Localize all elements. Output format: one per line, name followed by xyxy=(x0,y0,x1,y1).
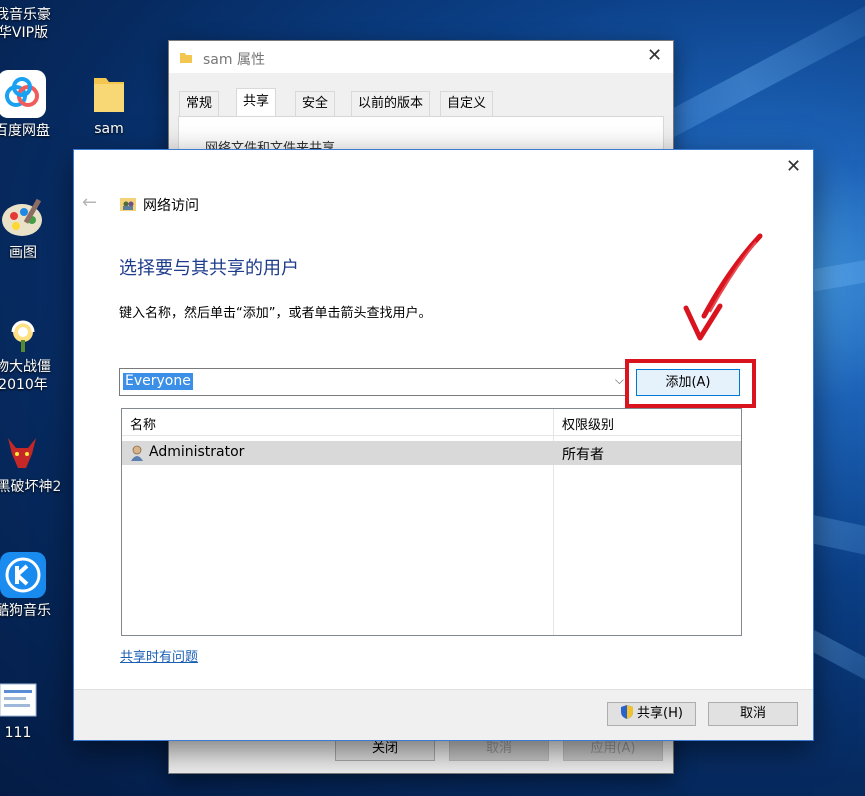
pvz-game-icon xyxy=(1,314,45,354)
desktop-icon-paint[interactable]: 画图 xyxy=(0,196,60,262)
desktop-icon-label: 酷狗音乐 xyxy=(0,603,51,619)
chevron-down-icon[interactable]: ⌵ xyxy=(615,373,624,388)
dialog-footer: 共享(H) 取消 xyxy=(74,689,813,740)
properties-title: sam 属性 xyxy=(203,52,265,68)
desktop-icon-label: 百度网盘 xyxy=(0,123,50,139)
desktop-icon-label: 111 xyxy=(4,725,32,741)
desktop-icon-label: 我音乐豪 华VIP版 xyxy=(0,7,51,41)
kugou-icon xyxy=(0,552,46,598)
add-button[interactable]: 添加(A) xyxy=(636,369,740,396)
column-header-permission[interactable]: 权限级别 xyxy=(562,414,614,433)
desktop-icon-diablo[interactable]: 暗黑破坏神2 xyxy=(0,432,64,496)
tab-sharing[interactable]: 共享 xyxy=(236,88,277,117)
diablo-icon xyxy=(2,432,42,474)
tab-previous-versions[interactable]: 以前的版本 xyxy=(351,91,431,116)
user-permission-list[interactable]: 名称 权限级别 Administrator 所有者 xyxy=(121,408,742,636)
share-button[interactable]: 共享(H) xyxy=(607,702,696,726)
table-row[interactable]: Administrator 所有者 xyxy=(122,441,741,465)
network-users-icon xyxy=(120,196,136,212)
folder-icon xyxy=(92,72,126,116)
desktop-icon-label: 物大战僵 2010年 xyxy=(0,359,51,393)
baidu-netdisk-icon xyxy=(0,70,46,118)
properties-close-icon[interactable]: ✕ xyxy=(647,45,662,66)
user-combobox[interactable]: Everyone ⌵ xyxy=(119,368,629,396)
breadcrumb: 网络访问 xyxy=(143,198,199,214)
desktop-icon-pvz[interactable]: 物大战僵 2010年 xyxy=(0,314,62,394)
list-header: 名称 权限级别 xyxy=(122,409,741,436)
column-header-name[interactable]: 名称 xyxy=(130,414,156,433)
desktop-icon-music-vip[interactable]: 我音乐豪 华VIP版 xyxy=(0,6,60,42)
paint-icon xyxy=(0,196,46,240)
tab-security[interactable]: 安全 xyxy=(295,91,336,116)
properties-titlebar: sam 属性 ✕ xyxy=(169,41,673,73)
document-icon xyxy=(0,680,40,720)
dialog-close-icon[interactable]: ✕ xyxy=(786,156,801,177)
user-icon xyxy=(130,445,144,461)
tab-customize[interactable]: 自定义 xyxy=(440,91,494,116)
desktop-icon-sam-folder[interactable]: sam xyxy=(82,72,136,138)
desktop-icon-111[interactable]: 111 xyxy=(0,680,46,742)
user-permission: 所有者 xyxy=(562,447,604,463)
back-arrow-icon[interactable]: ← xyxy=(82,192,97,213)
user-input[interactable]: Everyone xyxy=(123,373,193,390)
help-link[interactable]: 共享时有问题 xyxy=(120,646,198,665)
desktop-icon-label: 画图 xyxy=(9,245,37,261)
desktop-icon-label: sam xyxy=(94,121,124,137)
desktop-icon-label: 暗黑破坏神2 xyxy=(0,479,62,495)
desktop-icon-kugou[interactable]: 酷狗音乐 xyxy=(0,552,62,620)
page-title: 选择要与其共享的用户 xyxy=(119,258,299,279)
tab-general[interactable]: 常规 xyxy=(179,91,220,116)
share-button-label: 共享(H) xyxy=(637,706,683,721)
user-name: Administrator xyxy=(149,444,245,460)
desktop-icon-baidu-netdisk[interactable]: 百度网盘 xyxy=(0,70,60,140)
uac-shield-icon xyxy=(620,705,634,719)
instruction-text: 键入名称，然后单击“添加”，或者单击箭头查找用户。 xyxy=(119,306,432,321)
annotation-arrow xyxy=(683,233,763,341)
folder-icon xyxy=(179,50,193,64)
cancel-button[interactable]: 取消 xyxy=(708,702,798,726)
